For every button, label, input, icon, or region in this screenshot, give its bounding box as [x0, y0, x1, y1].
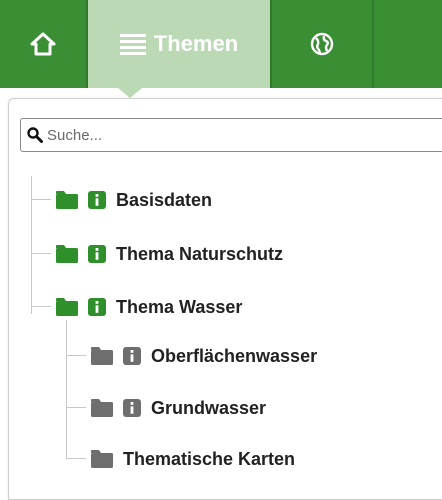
tree-connector: [66, 458, 86, 459]
folder-icon[interactable]: [56, 245, 78, 263]
folder-icon[interactable]: [56, 191, 78, 209]
tree-connector: [31, 306, 51, 307]
active-tab-pointer: [118, 88, 142, 98]
info-icon[interactable]: [123, 399, 141, 417]
tree-connector: [31, 176, 32, 314]
themen-tab[interactable]: Themen: [88, 0, 270, 88]
tree-node-label: Oberflächenwasser: [151, 345, 318, 366]
tree-node-thema-naturschutz[interactable]: Thema Naturschutz: [56, 236, 283, 272]
folder-icon[interactable]: [91, 450, 113, 468]
tree-connector: [66, 320, 67, 458]
tree-node-basisdaten[interactable]: Basisdaten: [56, 182, 212, 218]
home-icon: [30, 32, 56, 56]
globe-icon: [310, 32, 334, 56]
tree-node-label: Thema Wasser: [116, 296, 243, 317]
tree-node-oberflaechenwasser[interactable]: Oberflächenwasser: [91, 338, 317, 374]
list-icon: [119, 34, 146, 55]
tree-connector: [31, 253, 51, 254]
themen-label: Themen: [153, 31, 239, 56]
tree-node-thema-wasser[interactable]: Thema Wasser: [56, 289, 242, 325]
folder-icon[interactable]: [91, 347, 113, 365]
tree-node-label: Basisdaten: [116, 189, 213, 210]
info-icon[interactable]: [88, 245, 106, 263]
search-icon: [27, 127, 43, 143]
tree-connector: [66, 407, 86, 408]
tree-node-label: Thematische Karten: [123, 448, 296, 469]
globe-button[interactable]: [272, 0, 372, 88]
info-icon[interactable]: [88, 298, 106, 316]
tree-connector: [31, 199, 51, 200]
tree-node-grundwasser[interactable]: Grundwasser: [91, 390, 266, 426]
folder-icon[interactable]: [56, 298, 78, 316]
home-button[interactable]: [0, 0, 86, 88]
tree-node-thematische-karten[interactable]: Thematische Karten: [91, 441, 295, 477]
top-toolbar: Themen: [0, 0, 442, 88]
search-box: [20, 118, 442, 152]
info-icon[interactable]: [123, 347, 141, 365]
tree-node-label: Grundwasser: [151, 397, 267, 418]
search-input[interactable]: [43, 120, 442, 150]
folder-icon[interactable]: [91, 399, 113, 417]
toolbar-divider: [372, 0, 374, 88]
tree-node-label: Thema Naturschutz: [116, 243, 284, 264]
info-icon[interactable]: [88, 191, 106, 209]
tree-connector: [66, 355, 86, 356]
